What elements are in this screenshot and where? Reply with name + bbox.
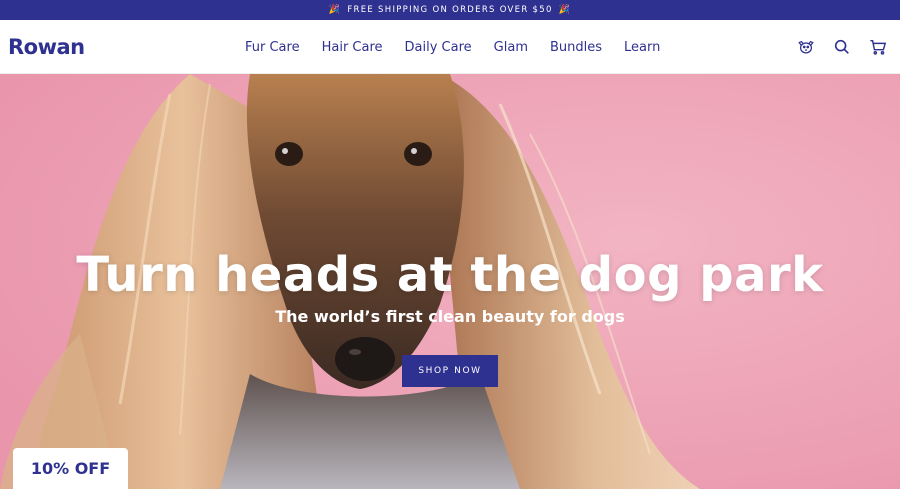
hero-title: Turn heads at the dog park (76, 247, 824, 303)
discount-tab[interactable]: 10% OFF (13, 448, 128, 489)
hero-banner: Turn heads at the dog park The world’s f… (0, 74, 900, 489)
logo[interactable]: Rowan (8, 35, 85, 59)
dog-account-icon[interactable] (796, 37, 816, 57)
nav-learn[interactable]: Learn (624, 40, 660, 55)
party-icon: 🎉 (328, 5, 342, 15)
header-icons (780, 20, 888, 74)
search-icon[interactable] (832, 37, 852, 57)
main-nav: Fur Care Hair Care Daily Care Glam Bundl… (245, 20, 682, 74)
nav-daily-care[interactable]: Daily Care (405, 40, 472, 55)
nav-hair-care[interactable]: Hair Care (322, 40, 383, 55)
shop-now-button[interactable]: SHOP NOW (402, 355, 498, 387)
hero-subtitle: The world’s first clean beauty for dogs (275, 307, 625, 326)
party-icon: 🎉 (558, 5, 572, 15)
nav-glam[interactable]: Glam (494, 40, 528, 55)
nav-fur-care[interactable]: Fur Care (245, 40, 300, 55)
nav-bundles[interactable]: Bundles (550, 40, 602, 55)
cart-icon[interactable] (868, 37, 888, 57)
site-header: Rowan Fur Care Hair Care Daily Care Glam… (0, 20, 900, 74)
announcement-text: Free shipping on orders over $50 (347, 5, 553, 15)
announcement-bar: 🎉 Free shipping on orders over $50 🎉 (0, 0, 900, 20)
